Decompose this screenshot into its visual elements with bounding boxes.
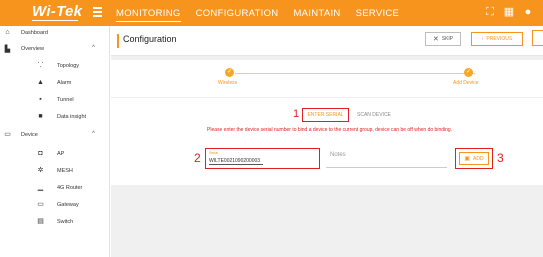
sidebar-item-gateway[interactable]: Gateway — [57, 202, 79, 208]
close-icon: ✕ — [432, 36, 439, 43]
sidebar-item-topology[interactable]: Topology — [57, 63, 79, 69]
ap-icon: ◘ — [38, 150, 43, 157]
nav-configuration[interactable]: CONFIGURATION — [196, 8, 279, 22]
binding-warning: Please enter the device serial number to… — [207, 127, 453, 133]
step-label-add-device: Add Device — [453, 80, 479, 86]
serial-input[interactable]: WILTE0021090200003 — [209, 158, 263, 165]
skip-label: SKIP — [441, 36, 454, 42]
logo[interactable]: Wi-Tek — [32, 3, 82, 20]
home-icon: ⌂ — [5, 29, 10, 36]
title-accent — [117, 34, 119, 48]
chevron-up-icon[interactable]: ^ — [92, 131, 95, 137]
nav-maintain[interactable]: MAINTAIN — [293, 8, 340, 22]
nav-service[interactable]: SERVICE — [356, 8, 400, 22]
building-icon: ▙ — [4, 46, 11, 53]
menu-toggle-icon[interactable] — [93, 7, 103, 17]
add-highlight: ▣ ADD — [455, 148, 493, 169]
monitor-icon: ▭ — [4, 131, 11, 138]
annotation-number: 2 — [194, 151, 201, 165]
step-check-icon: ✓ — [464, 68, 473, 77]
sidebar — [0, 26, 110, 257]
sidebar-item-dashboard[interactable]: Dashboard — [21, 30, 48, 36]
sidebar-item-device[interactable]: Device — [21, 132, 38, 138]
tab-scan-device[interactable]: SCAN DEVICE — [357, 112, 391, 118]
chevron-left-icon: ‹ — [481, 36, 484, 42]
sidebar-item-data-insight[interactable]: Data insight — [57, 114, 86, 120]
add-button[interactable]: ▣ ADD — [459, 152, 489, 165]
top-bar: Wi-Tek MONITORING CONFIGURATION MAINTAIN… — [0, 0, 543, 26]
fullscreen-icon[interactable]: ⛶ — [484, 6, 496, 18]
sidebar-item-tunnel[interactable]: Tunnel — [57, 97, 74, 103]
data-insight-icon: ■ — [38, 113, 43, 120]
notes-placeholder: Notes — [330, 152, 346, 158]
step-label-wireless: Wireless — [218, 80, 238, 86]
add-label: ADD — [473, 155, 484, 162]
step-check-icon: ✓ — [225, 68, 234, 77]
divider — [111, 97, 543, 98]
step-progress-line — [235, 73, 475, 74]
sidebar-item-ap[interactable]: AP — [57, 151, 64, 157]
chevron-up-icon[interactable]: ^ — [92, 45, 95, 51]
previous-button[interactable]: ‹ PREVIOUS — [471, 32, 523, 46]
header-icons: ⛶ ▦ ● ● — [484, 6, 543, 18]
serial-field[interactable]: Serial WILTE0021090200003 — [205, 148, 320, 169]
router-icon: ▁ — [37, 184, 44, 191]
topology-icon: ⸪ — [37, 62, 44, 69]
annotation-number: 3 — [497, 151, 504, 165]
bell-icon: ▲ — [37, 79, 44, 86]
main-nav: MONITORING CONFIGURATION MAINTAIN SERVIC… — [116, 8, 414, 22]
sidebar-item-switch[interactable]: Switch — [57, 219, 73, 225]
sidebar-item-overview[interactable]: Overview — [21, 46, 44, 52]
sidebar-item-4g-router[interactable]: 4G Router — [57, 185, 82, 191]
annotation-number: 1 — [293, 108, 300, 120]
skip-button[interactable]: ✕ SKIP — [425, 32, 461, 46]
message-icon[interactable]: ● — [522, 6, 534, 18]
gateway-icon: ▭ — [37, 201, 44, 208]
previous-label: PREVIOUS — [486, 36, 513, 42]
page-title: Configuration — [123, 34, 177, 44]
tunnel-icon: ▪ — [39, 96, 42, 103]
qrcode-icon[interactable]: ▦ — [503, 6, 515, 18]
logo-underline — [32, 20, 78, 21]
next-button[interactable] — [532, 30, 543, 46]
serial-label: Serial — [209, 151, 218, 155]
sidebar-item-mesh[interactable]: MESH — [57, 168, 73, 174]
save-icon: ▣ — [464, 156, 471, 162]
sidebar-item-alarm[interactable]: Alarm — [57, 80, 71, 86]
notes-field[interactable]: Notes — [326, 150, 447, 168]
tab-enter-serial[interactable]: ENTER SERIAL — [302, 108, 349, 122]
mesh-icon: ✲ — [37, 167, 44, 174]
switch-icon: ▤ — [37, 218, 44, 225]
nav-monitoring[interactable]: MONITORING — [116, 8, 181, 22]
